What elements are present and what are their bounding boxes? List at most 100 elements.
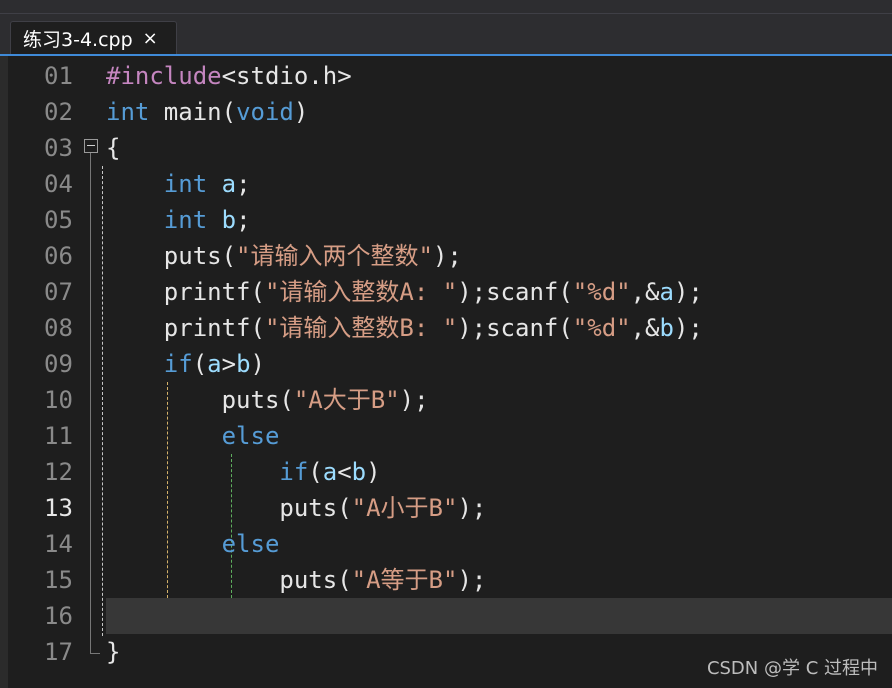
- code-token: if: [163, 350, 193, 378]
- editor-left-frame: [0, 56, 8, 688]
- code-token: ;: [236, 206, 251, 234]
- line-number: 02: [44, 98, 73, 126]
- line-number: 01: [44, 62, 73, 90]
- code-token: b: [236, 350, 251, 378]
- code-line[interactable]: int a;: [106, 166, 251, 202]
- indent-guide-level-1: [102, 166, 103, 636]
- code-token: "请输入整数A: ": [264, 278, 458, 306]
- code-line[interactable]: puts("A小于B");: [106, 490, 486, 526]
- tab-bar: 练习3-4.cpp ×: [0, 14, 892, 56]
- line-number: 11: [44, 422, 73, 450]
- line-number: 10: [44, 386, 73, 414]
- code-token: ;: [236, 170, 251, 198]
- code-token: <stdio.h>: [221, 62, 352, 90]
- code-token: ,&: [630, 278, 660, 306]
- code-line[interactable]: {: [106, 130, 120, 166]
- line-number: 08: [44, 314, 73, 342]
- tab-title: 练习3-4.cpp: [23, 28, 133, 51]
- code-token: );: [432, 242, 462, 270]
- line-number: 13: [44, 494, 73, 522]
- code-token: "A等于B": [351, 566, 458, 594]
- code-token: >: [221, 350, 237, 378]
- code-editor[interactable]: 01 #include<stdio.h> 02 int main(void) 03{04…: [8, 56, 892, 688]
- code-token: {: [106, 134, 121, 162]
- fold-region-end: [90, 653, 100, 654]
- line-number: 05: [44, 206, 73, 234]
- code-line[interactable]: else: [106, 418, 280, 454]
- code-token: int: [163, 206, 208, 234]
- code-line[interactable]: puts("A等于B");: [106, 562, 486, 598]
- code-token: );scanf(: [457, 278, 573, 306]
- code-token: main: [149, 98, 222, 126]
- code-token: void: [236, 98, 294, 126]
- line-number: 16: [44, 602, 73, 630]
- code-token: a: [659, 278, 674, 306]
- code-token: "请输入整数B: ": [264, 314, 458, 342]
- tab-file[interactable]: 练习3-4.cpp ×: [10, 21, 177, 54]
- code-token: );: [457, 494, 487, 522]
- code-token: );: [457, 566, 487, 594]
- line-number: 07: [44, 278, 73, 306]
- code-token: "A大于B": [293, 386, 400, 414]
- code-token: #include: [106, 62, 222, 90]
- code-line[interactable]: printf("请输入整数A: ");scanf("%d",&a);: [106, 274, 703, 310]
- code-token: (: [308, 458, 323, 486]
- current-line-highlight: [106, 598, 892, 634]
- code-line[interactable]: printf("请输入整数B: ");scanf("%d",&b);: [106, 310, 703, 346]
- line-number: 09: [44, 350, 73, 378]
- code-token: else: [221, 422, 280, 450]
- line-number: 12: [44, 458, 73, 486]
- code-line[interactable]: }: [106, 634, 120, 670]
- line-number: 17: [44, 638, 73, 666]
- code-token: puts(: [106, 494, 352, 522]
- code-token: );: [399, 386, 429, 414]
- code-token: "%d": [572, 314, 631, 342]
- code-token: }: [106, 638, 121, 666]
- code-line[interactable]: if(a<b): [106, 454, 381, 490]
- line-number: 15: [44, 566, 73, 594]
- code-token: (: [192, 350, 208, 378]
- code-token: "A小于B": [351, 494, 458, 522]
- code-token: printf(: [106, 314, 265, 342]
- code-token: b: [659, 314, 674, 342]
- code-token: int: [106, 98, 150, 126]
- code-token: ): [366, 458, 381, 486]
- code-token: ,&: [630, 314, 660, 342]
- code-token: );: [673, 314, 703, 342]
- code-token: int: [163, 170, 208, 198]
- code-line[interactable]: int b;: [106, 202, 251, 238]
- code-token: puts(: [106, 386, 294, 414]
- line-number: 06: [44, 242, 73, 270]
- code-line[interactable]: if(a>b): [106, 346, 265, 382]
- line-number: 04: [44, 170, 73, 198]
- code-token: b: [351, 458, 367, 486]
- code-token: (: [221, 98, 237, 126]
- toolbar-strip: [0, 0, 892, 14]
- code-token: puts(: [106, 242, 237, 270]
- code-token: ): [250, 350, 265, 378]
- code-token: a: [322, 458, 338, 486]
- code-token: if: [279, 458, 309, 486]
- code-token: a: [207, 350, 222, 378]
- code-token: "请输入两个整数": [236, 242, 433, 270]
- code-line[interactable]: puts("A大于B");: [106, 382, 429, 418]
- code-line[interactable]: puts("请输入两个整数");: [106, 238, 462, 274]
- code-token: );: [673, 278, 703, 306]
- code-line[interactable]: int main(void): [106, 94, 308, 130]
- code-line[interactable]: #include<stdio.h>: [106, 58, 352, 94]
- code-token: b: [221, 206, 237, 234]
- close-icon[interactable]: ×: [143, 28, 158, 49]
- code-token: ): [293, 98, 309, 126]
- code-token: a: [221, 170, 237, 198]
- code-line[interactable]: else: [106, 526, 280, 562]
- code-token: );scanf(: [457, 314, 573, 342]
- code-token: <: [337, 458, 352, 486]
